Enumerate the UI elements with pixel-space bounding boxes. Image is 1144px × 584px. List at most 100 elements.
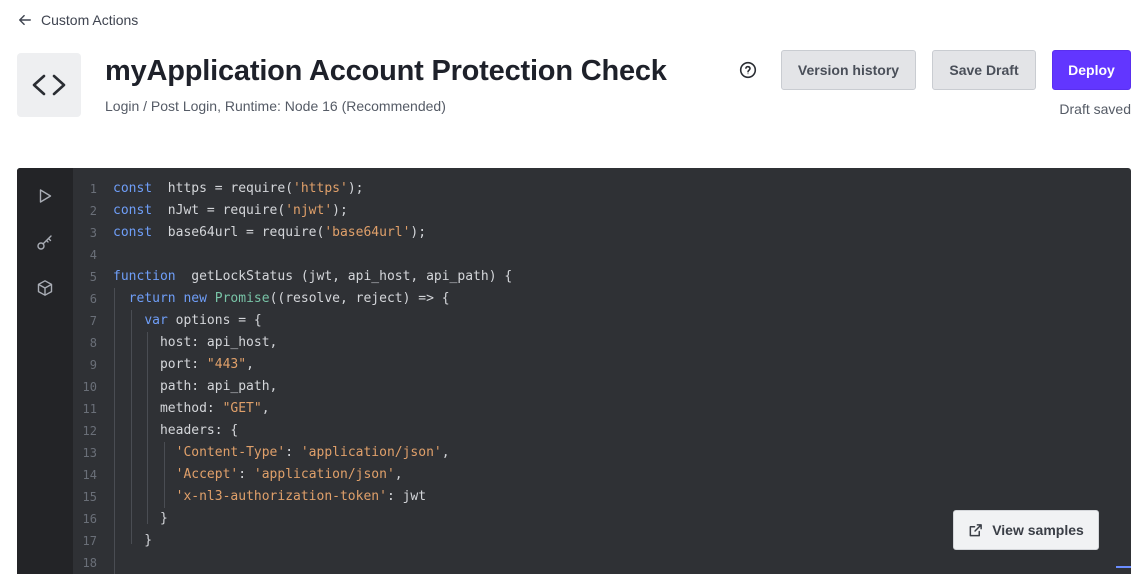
code-token: nJwt = require( — [152, 203, 286, 218]
code-text: host: api_host, — [113, 332, 277, 354]
line-number: 5 — [89, 270, 97, 284]
code-token: : — [285, 445, 301, 460]
code-line: 11 method: "GET", — [73, 398, 1131, 420]
code-line: 14 'Accept': 'application/json', — [73, 464, 1131, 486]
line-number: 11 — [82, 402, 97, 416]
code-text: 'Accept': 'application/json', — [113, 464, 403, 486]
page-title: myApplication Account Protection Check — [105, 55, 667, 87]
code-token: method: — [113, 401, 223, 416]
code-text: function getLockStatus (jwt, api_host, a… — [113, 266, 512, 288]
code-token: host: api_host, — [113, 335, 278, 350]
line-number: 9 — [89, 358, 97, 372]
code-token: 'Accept' — [175, 467, 239, 482]
code-text: 'Content-Type': 'application/json', — [113, 442, 450, 464]
page-subtitle: Login / Post Login, Runtime: Node 16 (Re… — [105, 98, 446, 114]
draft-status-text: Draft saved — [1059, 101, 1131, 117]
code-line: 12 headers: { — [73, 420, 1131, 442]
code-line: 15 'x-nl3-authorization-token': jwt — [73, 486, 1131, 508]
code-token: var — [144, 313, 168, 328]
code-line: 9 port: "443", — [73, 354, 1131, 376]
package-icon — [37, 280, 53, 296]
code-line: 10 path: api_path, — [73, 376, 1131, 398]
save-draft-button[interactable]: Save Draft — [932, 50, 1036, 90]
line-number: 13 — [82, 446, 97, 460]
code-line: 7 var options = { — [73, 310, 1131, 332]
back-to-custom-actions-link[interactable]: Custom Actions — [18, 12, 138, 28]
code-line: 13 'Content-Type': 'application/json', — [73, 442, 1131, 464]
code-token: const — [113, 181, 153, 196]
view-samples-label: View samples — [992, 522, 1084, 538]
line-number: 10 — [82, 380, 97, 394]
code-token: ); — [332, 203, 348, 218]
secrets-button[interactable] — [34, 231, 56, 253]
code-token: new — [183, 291, 207, 306]
code-token: ); — [410, 225, 427, 240]
code-line: 18 — [73, 552, 1131, 574]
code-token: headers: { — [113, 423, 239, 438]
code-token: , — [246, 357, 254, 372]
editor-sidebar — [17, 168, 73, 574]
code-token: "GET" — [222, 401, 262, 416]
code-brackets-icon — [32, 74, 66, 96]
code-token: , — [394, 467, 403, 482]
view-samples-button[interactable]: View samples — [953, 510, 1099, 550]
code-text: path: api_path, — [113, 376, 277, 398]
code-token: 'https' — [293, 181, 348, 196]
code-token: path: api_path, — [113, 379, 278, 394]
version-history-button[interactable]: Version history — [781, 50, 916, 90]
run-test-button[interactable] — [34, 185, 56, 207]
line-number: 14 — [82, 468, 97, 482]
line-number: 1 — [89, 182, 97, 196]
code-text: headers: { — [113, 420, 238, 442]
code-token: 'Content-Type' — [175, 445, 286, 460]
dependencies-button[interactable] — [34, 277, 56, 299]
code-token: , — [261, 401, 270, 416]
scroll-indicator — [1116, 566, 1131, 568]
run-icon — [39, 189, 52, 203]
back-link-label: Custom Actions — [41, 12, 139, 28]
external-link-icon — [969, 523, 983, 536]
line-number: 17 — [82, 534, 97, 548]
code-line: 6 return new Promise((resolve, reject) =… — [73, 288, 1131, 310]
code-text: const nJwt = require('njwt'); — [113, 200, 348, 222]
line-number: 7 — [89, 314, 97, 328]
code-token: 'njwt' — [285, 203, 333, 218]
code-token: } — [113, 533, 153, 548]
code-text: return new Promise((resolve, reject) => … — [113, 288, 450, 310]
line-number: 3 — [89, 226, 97, 240]
line-number: 4 — [89, 248, 97, 262]
line-number: 8 — [89, 336, 97, 350]
code-text: port: "443", — [113, 354, 254, 376]
help-circle-icon[interactable] — [739, 61, 757, 79]
code-line: 2 const nJwt = require('njwt'); — [73, 200, 1131, 222]
code-token: getLockStatus (jwt, api_host, api_path) … — [175, 269, 513, 284]
code-token: const — [113, 203, 153, 218]
code-line: 4 — [73, 244, 1131, 266]
code-token: return — [128, 291, 176, 306]
code-text: 'x-nl3-authorization-token': jwt — [113, 486, 426, 508]
code-text: } — [113, 508, 168, 530]
code-token: ); — [347, 181, 364, 196]
code-token: "443" — [206, 357, 247, 372]
code-token: ((resolve, reject) => { — [269, 291, 450, 306]
code-token: Promise — [214, 291, 270, 306]
deploy-button[interactable]: Deploy — [1052, 50, 1131, 90]
line-number: 2 — [89, 204, 97, 218]
code-line: 3 const base64url = require('base64url'); — [73, 222, 1131, 244]
key-icon — [37, 235, 52, 250]
code-token: , — [441, 445, 450, 460]
code-token: function — [113, 269, 176, 284]
line-number: 18 — [82, 556, 97, 570]
code-token: : jwt — [386, 489, 427, 504]
code-token: : — [238, 467, 254, 482]
code-token: const — [113, 225, 153, 240]
action-icon-tile — [17, 53, 81, 117]
code-line: 5 function getLockStatus (jwt, api_host, … — [73, 266, 1131, 288]
code-token: 'application/json' — [253, 467, 395, 482]
line-number: 6 — [89, 292, 97, 306]
